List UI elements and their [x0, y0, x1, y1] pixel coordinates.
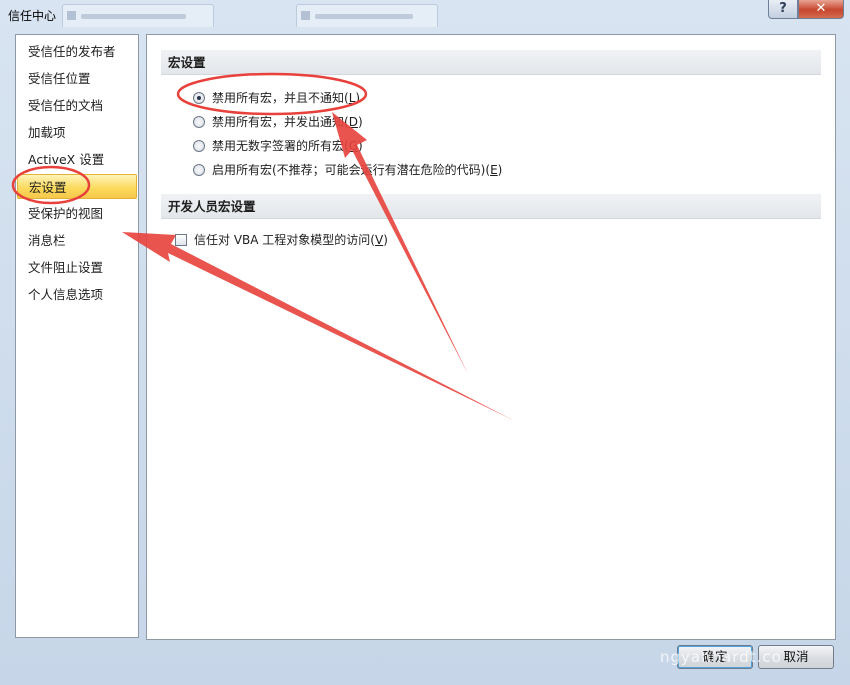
sidebar-item-file-block-settings[interactable]: 文件阻止设置 [16, 255, 138, 280]
watermark-text: ngyanhardt.co [660, 648, 782, 666]
radio-button[interactable] [193, 140, 205, 152]
sidebar-item-add-ins[interactable]: 加载项 [16, 120, 138, 145]
background-tab [62, 4, 214, 27]
sidebar-nav: 受信任的发布者 受信任位置 受信任的文档 加载项 ActiveX 设置 宏设置 … [15, 34, 139, 638]
checkbox[interactable] [175, 234, 187, 246]
close-button[interactable]: ✕ [798, 0, 844, 19]
option-label: 信任对 VBA 工程对象模型的访问 [194, 233, 371, 247]
sidebar-item-trusted-documents[interactable]: 受信任的文档 [16, 93, 138, 118]
sidebar-item-trusted-publishers[interactable]: 受信任的发布者 [16, 39, 138, 64]
access-key: D [348, 115, 358, 129]
option-label: 禁用所有宏，并发出通知 [212, 115, 345, 129]
radio-button[interactable] [193, 164, 205, 176]
title-bar[interactable]: 信任中心 ? ✕ [0, 0, 850, 30]
help-icon: ? [779, 1, 787, 16]
sidebar-item-privacy-options[interactable]: 个人信息选项 [16, 282, 138, 307]
background-tab [296, 4, 438, 27]
option-label: 禁用所有宏，并且不通知 [212, 91, 345, 105]
sidebar-item-trusted-locations[interactable]: 受信任位置 [16, 66, 138, 91]
macro-settings-header: 宏设置 [161, 50, 821, 75]
window-title: 信任中心 [8, 9, 57, 23]
settings-panel: 宏设置 禁用所有宏，并且不通知(L) 禁用所有宏，并发出通知(D) 禁用无数字签… [146, 34, 836, 640]
option-label: 启用所有宏(不推荐；可能会运行有潜在危险的代码) [212, 163, 486, 177]
radio-button[interactable] [193, 92, 205, 104]
access-key: E [490, 163, 498, 177]
sidebar-item-activex-settings[interactable]: ActiveX 设置 [16, 147, 138, 172]
radio-button[interactable] [193, 116, 205, 128]
developer-macro-settings-header: 开发人员宏设置 [161, 194, 821, 219]
access-key: G [348, 139, 359, 153]
close-icon: ✕ [815, 1, 827, 16]
option-label: 禁用无数字签署的所有宏 [212, 139, 345, 153]
sidebar-item-macro-settings[interactable]: 宏设置 [17, 174, 137, 199]
help-button[interactable]: ? [768, 0, 798, 19]
sidebar-item-message-bar[interactable]: 消息栏 [16, 228, 138, 253]
access-key: L [348, 91, 356, 105]
sidebar-item-protected-view[interactable]: 受保护的视图 [16, 201, 138, 226]
access-key: V [374, 233, 384, 247]
trust-center-dialog: 信任中心 ? ✕ 受信任的发布者 受信任位置 受信任的文档 加载项 Active… [0, 0, 850, 685]
